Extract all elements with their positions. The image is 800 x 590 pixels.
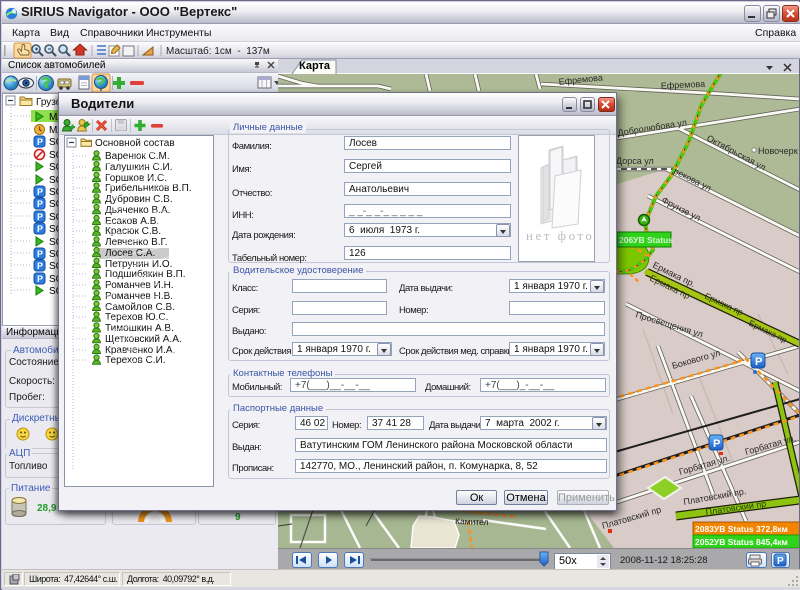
svg-text:Галушкин С.И.: Галушкин С.И. [105,162,173,173]
svg-text:P: P [755,356,762,368]
svg-text:P: P [713,438,720,450]
svg-text:206УВ Status: 206УВ Status [619,235,673,245]
svg-text:2083УВ Status 372,8км: 2083УВ Status 372,8км [695,524,788,534]
svg-text:Дорса ул: Дорса ул [616,156,654,166]
svg-text:Камител: Камител [455,516,489,527]
svg-text:нет фото: нет фото [526,228,594,243]
svg-text:Лосев С.А.: Лосев С.А. [105,248,155,259]
svg-text:Дьяченко В.А.: Дьяченко В.А. [105,205,170,216]
svg-text:P: P [777,556,784,567]
svg-text:Новочерк: Новочерк [758,146,798,156]
svg-text:2052УВ Status 845,4км: 2052УВ Status 845,4км [695,537,788,547]
svg-text:Красюк С.В.: Красюк С.В. [105,226,161,237]
